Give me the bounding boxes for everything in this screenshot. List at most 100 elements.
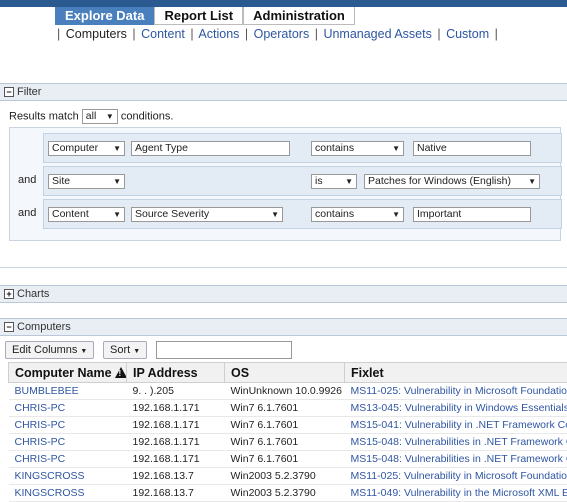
filter-panel-header[interactable]: − Filter xyxy=(0,83,567,101)
subnav-custom[interactable]: Custom xyxy=(446,27,489,41)
computers-panel-title: Computers xyxy=(17,319,71,335)
column-header-os[interactable]: OS xyxy=(225,363,345,383)
chevron-down-icon: ▼ xyxy=(113,142,121,155)
condition-operator-select[interactable]: is ▼ xyxy=(311,174,357,189)
cell-ip-address: 192.168.13.7 xyxy=(127,468,225,485)
charts-panel-title: Charts xyxy=(17,286,49,302)
cell-os: Win7 6.1.7601 xyxy=(225,451,345,468)
tab-explore-data[interactable]: Explore Data xyxy=(55,7,154,25)
charts-panel-header[interactable]: + Charts xyxy=(0,285,567,303)
separator: | xyxy=(493,27,500,41)
sort-label: Sort xyxy=(110,344,130,356)
cell-os: Win2003 5.2.3790 xyxy=(225,485,345,502)
condition-value-value: Patches for Windows (English) xyxy=(368,175,511,187)
connector-label: and xyxy=(18,207,36,219)
condition-type-select[interactable]: Content▼ xyxy=(48,207,125,222)
table-row[interactable]: BUMBLEBEE9. . ).205WinUnknown 10.0.9926M… xyxy=(9,383,567,400)
table-row[interactable]: CHRIS-PC192.168.1.171Win7 6.1.7601MS15-0… xyxy=(9,417,567,434)
table-header-row: Computer Name! IP Address OS Fixlet xyxy=(9,363,567,383)
cell-computer-name[interactable]: KINGSCROSS xyxy=(9,468,127,485)
column-header-fixlet[interactable]: Fixlet xyxy=(345,363,567,383)
search-input[interactable] xyxy=(156,341,292,359)
condition-property-field[interactable]: Agent Type xyxy=(131,141,290,156)
tab-administration[interactable]: Administration xyxy=(243,7,355,25)
chevron-down-icon: ▼ xyxy=(130,348,140,355)
condition-operator-select[interactable]: contains▼ xyxy=(311,207,404,222)
collapse-icon[interactable]: − xyxy=(4,87,14,97)
conditions-label: conditions. xyxy=(121,110,174,122)
condition-operator-select[interactable]: contains ▼ xyxy=(311,141,404,156)
edit-columns-label: Edit Columns xyxy=(12,344,77,356)
expand-icon[interactable]: + xyxy=(4,289,14,299)
cell-fixlet[interactable]: MS15-041: Vulnerability in .NET Framewor… xyxy=(345,417,567,434)
main-tabs: Explore Data Report List Administration xyxy=(55,7,355,24)
cell-ip-address: 9. . ).205 xyxy=(127,383,225,400)
conditions-box: Computer▼ Agent Type contains ▼ Native an… xyxy=(9,127,561,241)
subnav-content[interactable]: Content xyxy=(141,27,185,41)
cell-fixlet[interactable]: MS11-025: Vulnerability in Microsoft Fou… xyxy=(345,468,567,485)
condition-row: Site▼ is ▼ Patches for Windows (English) ▼ xyxy=(43,166,562,196)
cell-os: Win2003 5.2.3790 xyxy=(225,468,345,485)
separator: | xyxy=(313,27,320,41)
cell-ip-address: 192.168.1.171 xyxy=(127,451,225,468)
cell-computer-name[interactable]: CHRIS-PC xyxy=(9,400,127,417)
separator: | xyxy=(435,27,442,41)
cell-fixlet[interactable]: MS15-048: Vulnerabilities in .NET Framew… xyxy=(345,434,567,451)
condition-type-select[interactable]: Site▼ xyxy=(48,174,125,189)
cell-computer-name[interactable]: KINGSCROSS xyxy=(9,485,127,502)
condition-value-field[interactable]: Important xyxy=(413,207,531,222)
top-banner xyxy=(0,0,567,7)
cell-os: WinUnknown 10.0.9926 xyxy=(225,383,345,400)
cell-ip-address: 192.168.1.171 xyxy=(127,417,225,434)
cell-computer-name[interactable]: CHRIS-PC xyxy=(9,417,127,434)
table-row[interactable]: KINGSCROSS192.168.13.7Win2003 5.2.3790MS… xyxy=(9,468,567,485)
condition-operator-value: contains xyxy=(315,142,354,154)
chevron-down-icon: ▼ xyxy=(528,175,536,188)
table-row[interactable]: KINGSCROSS192.168.13.7Win2003 5.2.3790MS… xyxy=(9,485,567,502)
cell-os: Win7 6.1.7601 xyxy=(225,417,345,434)
subnav-unmanaged-assets[interactable]: Unmanaged Assets xyxy=(323,27,431,41)
condition-value-select[interactable]: Patches for Windows (English) ▼ xyxy=(364,174,540,189)
condition-property-select[interactable]: Source Severity ▼ xyxy=(131,207,283,222)
chevron-down-icon: ▼ xyxy=(345,175,353,188)
cell-computer-name[interactable]: BUMBLEBEE xyxy=(9,383,127,400)
cell-ip-address: 192.168.1.171 xyxy=(127,400,225,417)
subnav-operators[interactable]: Operators xyxy=(254,27,310,41)
table-row[interactable]: CHRIS-PC192.168.1.171Win7 6.1.7601MS15-0… xyxy=(9,434,567,451)
table-row[interactable]: CHRIS-PC192.168.1.171Win7 6.1.7601MS13-0… xyxy=(9,400,567,417)
column-header-ip-address[interactable]: IP Address xyxy=(127,363,225,383)
computers-table: Computer Name! IP Address OS Fixlet BUMB… xyxy=(8,362,567,502)
cell-computer-name[interactable]: CHRIS-PC xyxy=(9,434,127,451)
filter-panel-title: Filter xyxy=(17,84,41,100)
cell-computer-name[interactable]: CHRIS-PC xyxy=(9,451,127,468)
condition-row: Computer▼ Agent Type contains ▼ Native xyxy=(43,133,562,163)
filter-panel: Results match all▼ conditions. Computer▼… xyxy=(0,102,567,268)
condition-row: Content▼ Source Severity ▼ contains▼ Impo… xyxy=(43,199,562,229)
results-match-label: Results match xyxy=(9,110,79,122)
edit-columns-button[interactable]: Edit Columns▼ xyxy=(5,341,94,359)
chevron-down-icon: ▼ xyxy=(392,142,400,155)
chevron-down-icon: ▼ xyxy=(271,208,279,221)
tab-report-list[interactable]: Report List xyxy=(154,7,243,25)
condition-type-select[interactable]: Computer▼ xyxy=(48,141,125,156)
match-mode-select[interactable]: all▼ xyxy=(82,109,118,124)
condition-property-value: Source Severity xyxy=(135,208,209,220)
cell-os: Win7 6.1.7601 xyxy=(225,400,345,417)
cell-fixlet[interactable]: MS11-025: Vulnerability in Microsoft Fou… xyxy=(345,383,567,400)
condition-value-field[interactable]: Native xyxy=(413,141,531,156)
sub-navigation: | Computers | Content | Actions | Operat… xyxy=(55,27,500,41)
table-row[interactable]: CHRIS-PC192.168.1.171Win7 6.1.7601MS15-0… xyxy=(9,451,567,468)
cell-fixlet[interactable]: MS13-045: Vulnerability in Windows Essen… xyxy=(345,400,567,417)
subnav-actions[interactable]: Actions xyxy=(198,27,239,41)
separator: | xyxy=(55,27,62,41)
cell-fixlet[interactable]: MS11-049: Vulnerability in the Microsoft… xyxy=(345,485,567,502)
column-header-computer-name[interactable]: Computer Name! xyxy=(9,363,127,383)
sort-button[interactable]: Sort▼ xyxy=(103,341,147,359)
computers-panel-header[interactable]: − Computers xyxy=(0,318,567,336)
condition-type-value: Content xyxy=(52,208,89,220)
subnav-computers[interactable]: Computers xyxy=(66,27,127,41)
collapse-icon[interactable]: − xyxy=(4,322,14,332)
cell-ip-address: 192.168.1.171 xyxy=(127,434,225,451)
cell-fixlet[interactable]: MS15-048: Vulnerabilities in .NET Framew… xyxy=(345,451,567,468)
condition-operator-value: is xyxy=(315,175,323,187)
